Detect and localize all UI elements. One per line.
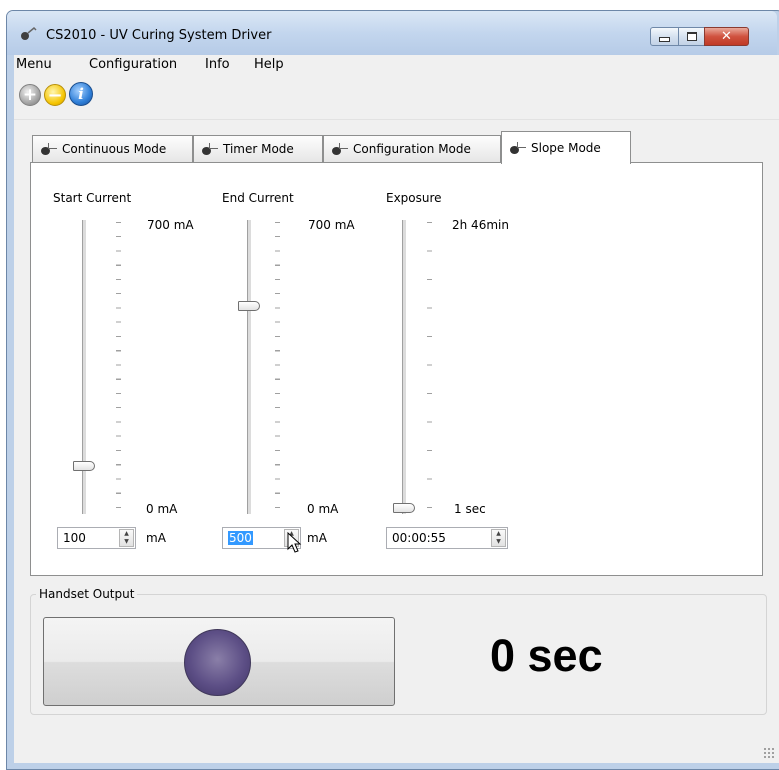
start-current-label: Start Current <box>53 191 132 205</box>
menu-item-configuration[interactable]: Configuration <box>89 55 177 75</box>
tab-label: Timer Mode <box>223 142 294 156</box>
lamp-icon <box>202 143 218 155</box>
tab-label: Continuous Mode <box>62 142 167 156</box>
exposure-max: 2h 46min <box>452 218 509 232</box>
end-current-unit: mA <box>307 531 327 545</box>
start-current-spinbox[interactable]: 100 ▲ ▼ <box>57 527 136 549</box>
start-current-stepper[interactable]: ▲ ▼ <box>119 529 134 547</box>
tab-continuous-mode[interactable]: Continuous Mode <box>32 135 193 162</box>
start-current-value: 100 <box>63 531 86 545</box>
lamp-icon <box>510 142 526 154</box>
minimize-button[interactable] <box>650 27 679 46</box>
start-current-max: 700 mA <box>147 218 194 232</box>
menu-item-help[interactable]: Help <box>254 55 284 75</box>
maximize-icon <box>686 32 697 41</box>
status-bar <box>14 741 779 763</box>
resize-grip-icon[interactable] <box>763 747 775 759</box>
tab-slope-mode[interactable]: Slope Mode <box>501 131 631 164</box>
exposure-value: 00:00:55 <box>392 531 446 545</box>
app-icon <box>20 25 38 41</box>
exposure-ticks <box>427 222 432 512</box>
menu-item-info[interactable]: Info <box>205 55 230 75</box>
window-title: CS2010 - UV Curing System Driver <box>46 28 272 43</box>
end-current-ticks <box>275 222 280 512</box>
down-arrow-icon[interactable]: ▼ <box>492 538 505 546</box>
end-current-slider[interactable] <box>238 301 260 311</box>
tab-timer-mode[interactable]: Timer Mode <box>193 135 323 162</box>
exposure-label: Exposure <box>386 191 442 205</box>
exposure-track[interactable] <box>402 220 407 514</box>
start-current-ticks <box>116 222 121 512</box>
minimize-icon <box>659 37 670 42</box>
tab-configuration-mode[interactable]: Configuration Mode <box>323 135 501 162</box>
handset-output-title: Handset Output <box>36 587 138 601</box>
lamp-icon <box>41 143 57 155</box>
slope-mode-panel <box>30 162 763 576</box>
close-button[interactable]: ✕ <box>704 27 749 46</box>
info-icon[interactable]: i <box>69 82 93 106</box>
exposure-spinbox[interactable]: 00:00:55 ▲ ▼ <box>386 527 508 549</box>
end-current-label: End Current <box>222 191 294 205</box>
end-current-max: 700 mA <box>308 218 355 232</box>
exposure-stepper[interactable]: ▲ ▼ <box>491 529 506 547</box>
start-current-slider[interactable] <box>73 461 95 471</box>
tab-label: Slope Mode <box>531 141 601 155</box>
close-icon: ✕ <box>721 29 732 44</box>
maximize-button[interactable] <box>678 27 705 46</box>
start-current-min: 0 mA <box>146 502 178 516</box>
toolbar <box>14 75 779 120</box>
lamp-icon <box>332 143 348 155</box>
exposure-min: 1 sec <box>454 502 486 516</box>
menu-item-menu[interactable]: Menu <box>16 55 52 75</box>
elapsed-time-readout: 0 sec <box>490 630 603 681</box>
start-current-unit: mA <box>146 531 166 545</box>
up-arrow-icon[interactable]: ▲ <box>492 530 505 538</box>
status-led-icon <box>184 629 251 696</box>
up-arrow-icon[interactable]: ▲ <box>120 530 133 538</box>
tab-label: Configuration Mode <box>353 142 471 156</box>
end-current-value: 500 <box>228 531 253 545</box>
add-icon[interactable]: + <box>19 84 41 106</box>
remove-icon[interactable]: − <box>44 84 66 106</box>
end-current-min: 0 mA <box>307 502 339 516</box>
mouse-cursor-icon <box>287 531 303 557</box>
exposure-slider[interactable] <box>393 503 415 513</box>
end-current-track[interactable] <box>247 220 252 514</box>
down-arrow-icon[interactable]: ▼ <box>120 538 133 546</box>
